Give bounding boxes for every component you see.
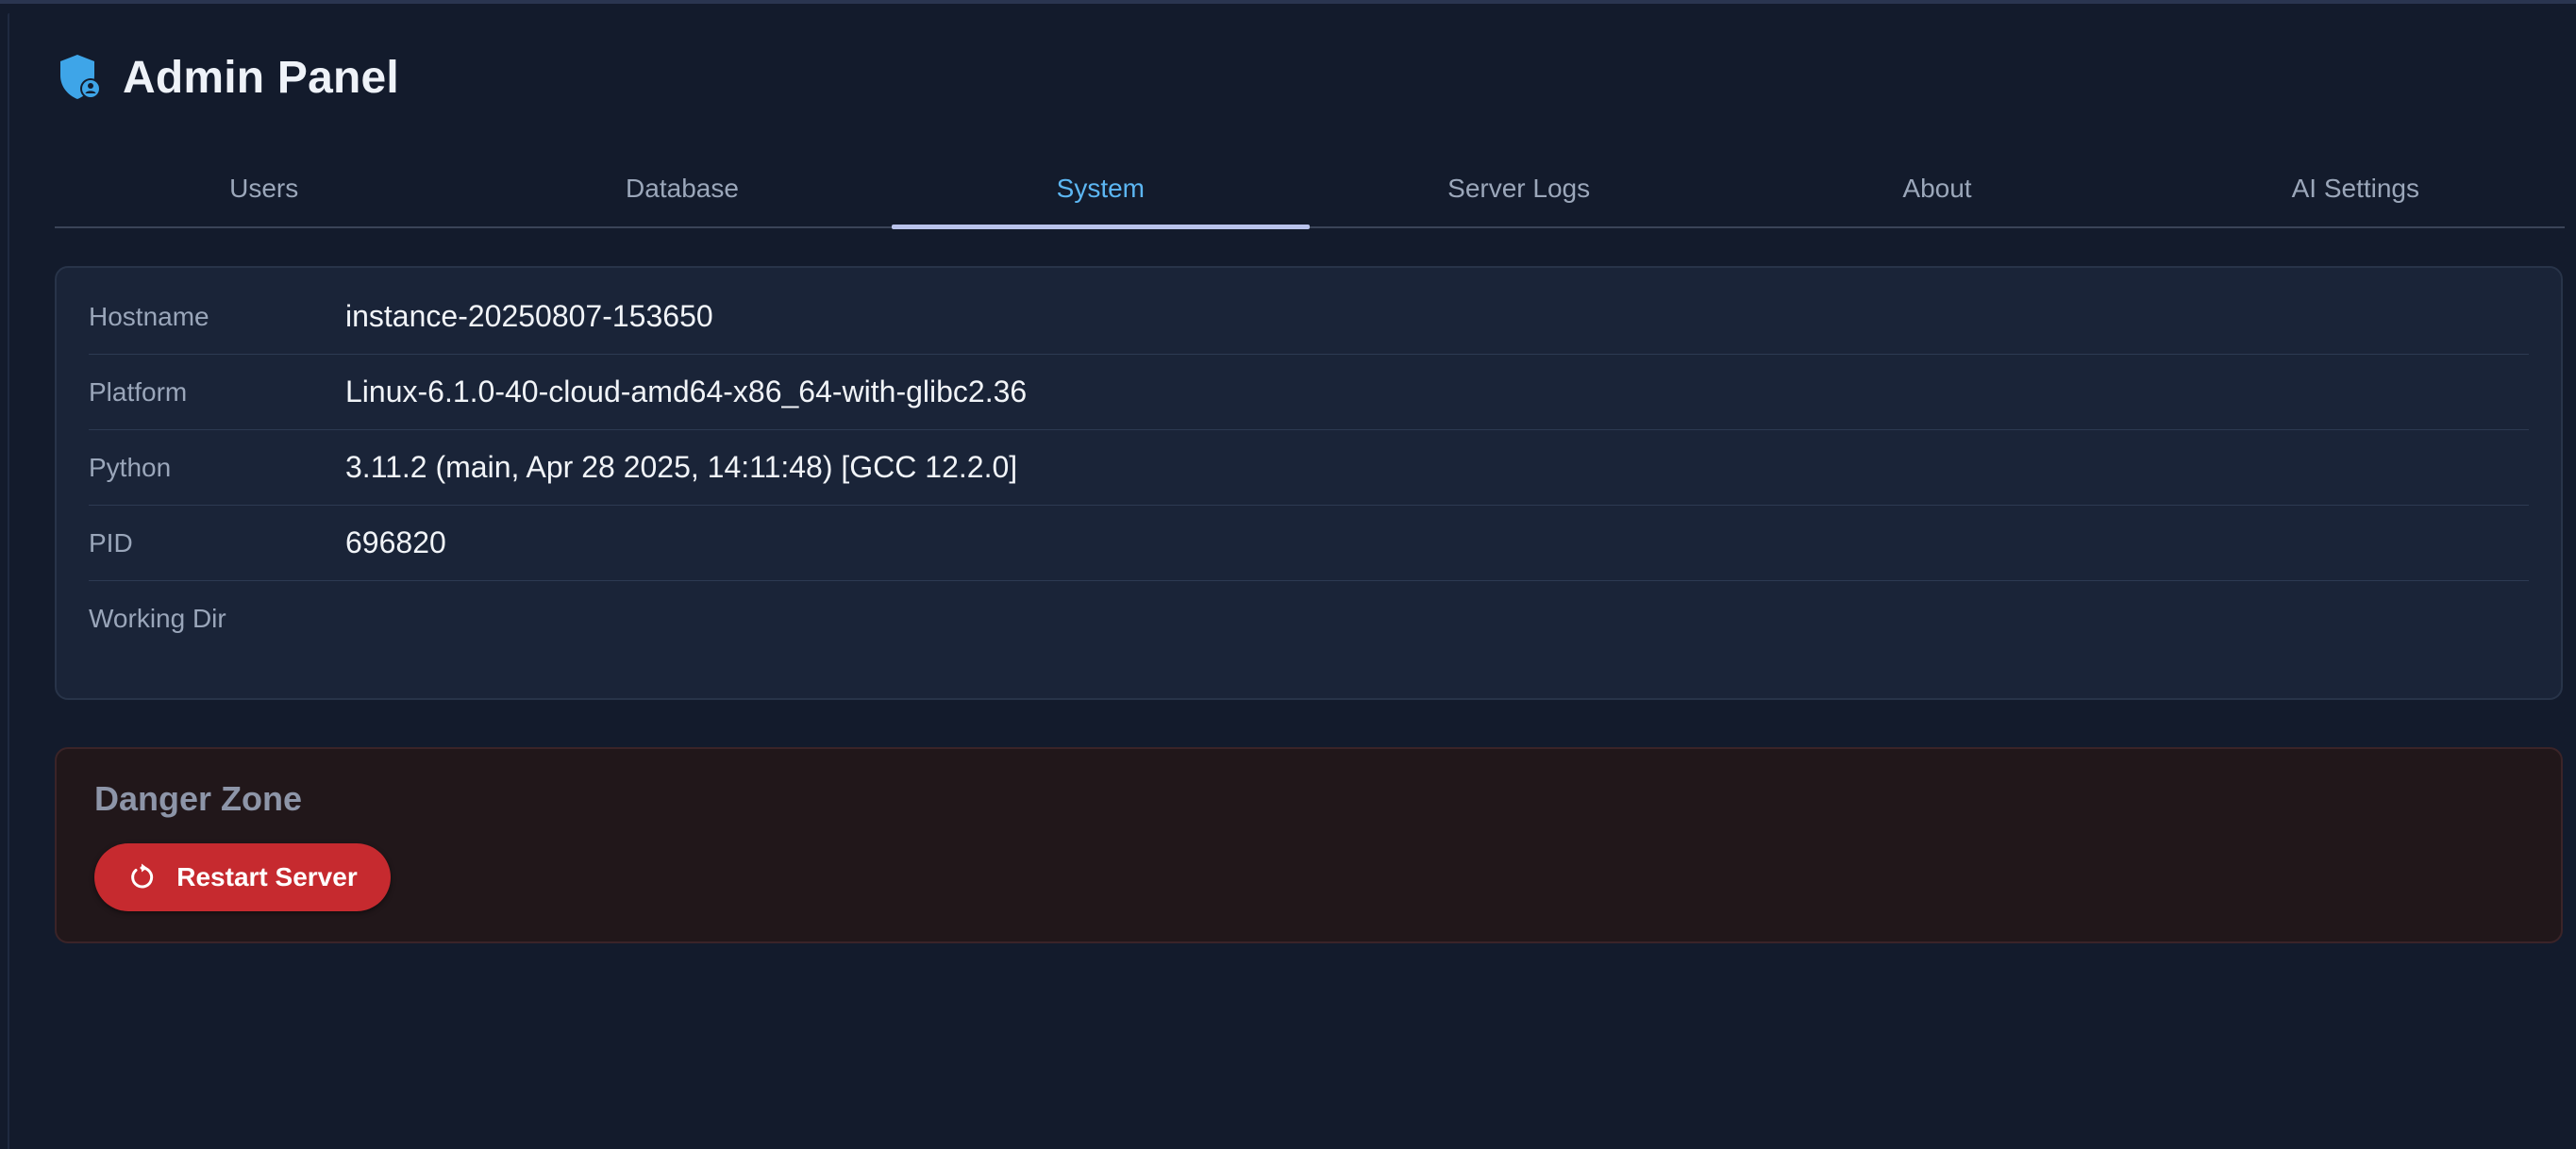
info-label: Platform <box>89 376 188 407</box>
system-info-card: Hostname instance-20250807-153650 Platfo… <box>55 266 2563 700</box>
info-label: Hostname <box>89 301 209 331</box>
info-row-hostname: Hostname instance-20250807-153650 <box>89 279 2529 355</box>
top-border <box>0 0 2576 4</box>
danger-zone-title: Danger Zone <box>94 779 303 818</box>
info-label: PID <box>89 527 133 558</box>
admin-app: Admin Panel Users Database System Server… <box>0 0 2576 1149</box>
tab-users[interactable]: Users <box>55 151 473 226</box>
left-border <box>8 13 9 1149</box>
restart-server-label: Restart Server <box>176 862 358 891</box>
restart-icon <box>131 863 154 889</box>
info-value: 3.11.2 (main, Apr 28 2025, 14:11:48) [GC… <box>345 450 1018 484</box>
tab-database[interactable]: Database <box>473 151 891 226</box>
info-value: instance-20250807-153650 <box>345 299 713 333</box>
shield-person-icon <box>60 55 101 99</box>
tab-about[interactable]: About <box>1728 151 2146 226</box>
tab-ai-settings[interactable]: AI Settings <box>2147 151 2565 226</box>
info-value: Linux-6.1.0-40-cloud-amd64-x86_64-with-g… <box>345 375 1028 408</box>
info-row-pid: PID 696820 <box>89 506 2529 581</box>
restart-server-button[interactable]: Restart Server <box>94 843 391 911</box>
info-value: 696820 <box>345 525 446 559</box>
tab-system[interactable]: System <box>891 151 1311 229</box>
info-label: Python <box>89 452 172 482</box>
info-row-working-dir: Working Dir <box>89 581 2529 656</box>
tab-bar: Users Database System Server Logs About … <box>55 151 2565 229</box>
page-header: Admin Panel <box>57 49 399 106</box>
danger-zone-card: Danger Zone Restart Server <box>55 747 2563 943</box>
info-row-platform: Platform Linux-6.1.0-40-cloud-amd64-x86_… <box>89 355 2529 430</box>
page-title: Admin Panel <box>123 52 399 103</box>
info-label: Working Dir <box>89 603 226 633</box>
tab-server-logs[interactable]: Server Logs <box>1310 151 1728 226</box>
info-row-python: Python 3.11.2 (main, Apr 28 2025, 14:11:… <box>89 430 2529 506</box>
